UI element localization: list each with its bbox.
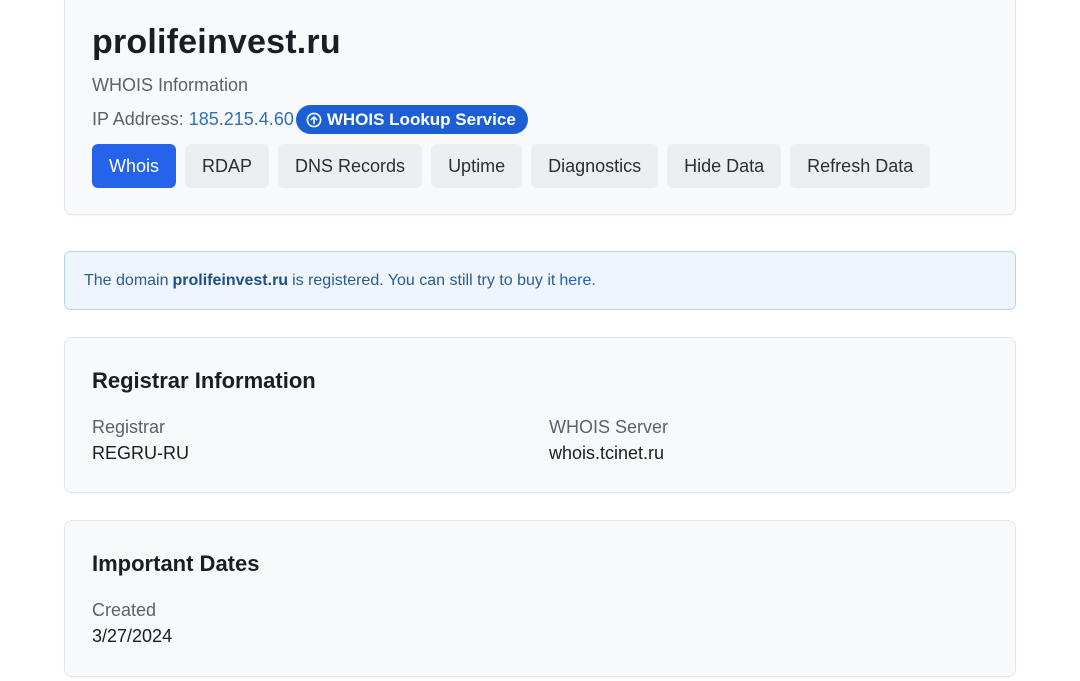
arrow-up-circle-icon (306, 112, 322, 127)
whois-server-label: WHOIS Server (549, 417, 669, 437)
whois-server-value: whois.tcinet.ru (549, 443, 665, 463)
notice-suffix: . (591, 271, 596, 289)
ip-address-row: IP Address: 185.215.4.60 WHOIS Lookup Se… (92, 105, 528, 134)
registrar-section-title: Registrar Information (92, 368, 316, 393)
notice-prefix: The domain (84, 271, 169, 289)
important-dates-card: Important Dates Created 3/27/2024 (64, 520, 1016, 677)
whois-lookup-service-badge[interactable]: WHOIS Lookup Service (295, 105, 528, 134)
buy-domain-link[interactable]: here (559, 272, 591, 290)
page-title: prolifeinvest.ru (92, 23, 341, 61)
registration-notice: The domain prolifeinvest.ru is registere… (64, 251, 1016, 310)
created-value: 3/27/2024 (92, 626, 173, 646)
service-badge-label: WHOIS Lookup Service (326, 109, 516, 129)
tab-bar: Whois RDAP DNS Records Uptime Diagnostic… (92, 144, 931, 188)
tab-diagnostics[interactable]: Diagnostics (531, 144, 659, 188)
tab-whois[interactable]: Whois (92, 144, 177, 188)
page-subtitle: WHOIS Information (92, 75, 249, 95)
hide-data-button[interactable]: Hide Data (667, 144, 782, 188)
notice-middle: is registered. You can still try to buy … (292, 271, 556, 289)
dates-section-title: Important Dates (92, 551, 260, 576)
tab-uptime[interactable]: Uptime (431, 144, 523, 188)
notice-domain: prolifeinvest.ru (172, 271, 289, 289)
refresh-data-button[interactable]: Refresh Data (790, 144, 931, 188)
domain-header-card: prolifeinvest.ru WHOIS Information IP Ad… (64, 0, 1016, 215)
tab-rdap[interactable]: RDAP (185, 144, 270, 188)
registrar-label: Registrar (92, 417, 166, 437)
tab-dns-records[interactable]: DNS Records (278, 144, 423, 188)
ip-address-link[interactable]: 185.215.4.60 (189, 109, 294, 130)
ip-address-label: IP Address: (92, 109, 184, 129)
registrar-information-card: Registrar Information Registrar REGRU-RU… (64, 337, 1016, 493)
created-label: Created (92, 600, 157, 620)
registrar-value: REGRU-RU (92, 443, 189, 463)
